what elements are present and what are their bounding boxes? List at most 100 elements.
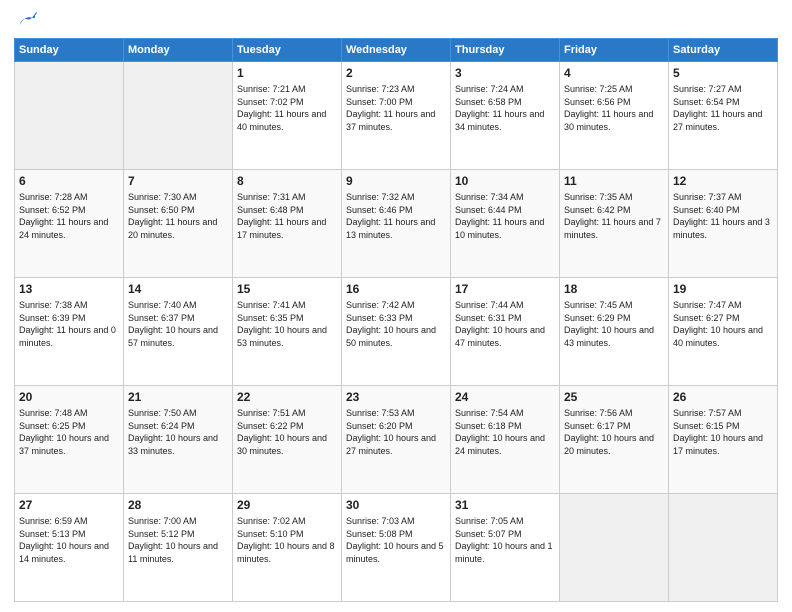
day-number: 18	[564, 281, 664, 297]
weekday-header: Saturday	[669, 39, 778, 62]
calendar-cell: 31 Sunrise: 7:05 AM Sunset: 5:07 PM Dayli…	[451, 494, 560, 602]
calendar-cell	[669, 494, 778, 602]
day-number: 17	[455, 281, 555, 297]
day-number: 27	[19, 497, 119, 513]
day-info: Sunrise: 7:05 AM Sunset: 5:07 PM Dayligh…	[455, 515, 555, 565]
calendar-cell: 27 Sunrise: 6:59 AM Sunset: 5:13 PM Dayli…	[15, 494, 124, 602]
day-number: 23	[346, 389, 446, 405]
weekday-header: Friday	[560, 39, 669, 62]
calendar-cell: 9 Sunrise: 7:32 AM Sunset: 6:46 PM Daylig…	[342, 170, 451, 278]
calendar-cell: 30Sunrise: 7:03 AM Sunset: 5:08 PM Dayli…	[342, 494, 451, 602]
calendar-cell: 28 Sunrise: 7:00 AM Sunset: 5:12 PM Dayli…	[124, 494, 233, 602]
calendar-cell: 7 Sunrise: 7:30 AM Sunset: 6:50 PM Daylig…	[124, 170, 233, 278]
day-info: Sunrise: 7:56 AM Sunset: 6:17 PM Dayligh…	[564, 407, 664, 457]
calendar-cell: 17 Sunrise: 7:44 AM Sunset: 6:31 PM Dayli…	[451, 278, 560, 386]
day-number: 15	[237, 281, 337, 297]
day-info: Sunrise: 7:21 AM Sunset: 7:02 PM Dayligh…	[237, 83, 337, 133]
page: SundayMondayTuesdayWednesdayThursdayFrid…	[0, 0, 792, 612]
day-info: Sunrise: 7:37 AM Sunset: 6:40 PM Dayligh…	[673, 191, 773, 241]
day-info: Sunrise: 7:44 AM Sunset: 6:31 PM Dayligh…	[455, 299, 555, 349]
calendar-cell: 24Sunrise: 7:54 AM Sunset: 6:18 PM Dayli…	[451, 386, 560, 494]
calendar-cell: 26 Sunrise: 7:57 AM Sunset: 6:15 PM Dayli…	[669, 386, 778, 494]
day-number: 31	[455, 497, 555, 513]
weekday-header: Sunday	[15, 39, 124, 62]
day-number: 13	[19, 281, 119, 297]
day-number: 4	[564, 65, 664, 81]
weekday-header: Tuesday	[233, 39, 342, 62]
calendar-cell: 1 Sunrise: 7:21 AM Sunset: 7:02 PM Daylig…	[233, 62, 342, 170]
calendar-cell: 18 Sunrise: 7:45 AM Sunset: 6:29 PM Dayli…	[560, 278, 669, 386]
day-number: 9	[346, 173, 446, 189]
calendar-cell: 13 Sunrise: 7:38 AM Sunset: 6:39 PM Dayli…	[15, 278, 124, 386]
day-info: Sunrise: 7:30 AM Sunset: 6:50 PM Dayligh…	[128, 191, 228, 241]
day-info: Sunrise: 7:38 AM Sunset: 6:39 PM Dayligh…	[19, 299, 119, 349]
day-info: Sunrise: 7:57 AM Sunset: 6:15 PM Dayligh…	[673, 407, 773, 457]
calendar-cell: 29Sunrise: 7:02 AM Sunset: 5:10 PM Dayli…	[233, 494, 342, 602]
day-number: 16	[346, 281, 446, 297]
day-info: Sunrise: 7:00 AM Sunset: 5:12 PM Dayligh…	[128, 515, 228, 565]
day-info: Sunrise: 7:51 AM Sunset: 6:22 PM Dayligh…	[237, 407, 337, 457]
day-info: Sunrise: 7:48 AM Sunset: 6:25 PM Dayligh…	[19, 407, 119, 457]
day-number: 30	[346, 497, 446, 513]
weekday-header: Wednesday	[342, 39, 451, 62]
day-number: 7	[128, 173, 228, 189]
calendar-cell: 4 Sunrise: 7:25 AM Sunset: 6:56 PM Daylig…	[560, 62, 669, 170]
calendar-cell	[124, 62, 233, 170]
calendar-week-row: 13 Sunrise: 7:38 AM Sunset: 6:39 PM Dayli…	[15, 278, 778, 386]
day-info: Sunrise: 7:27 AM Sunset: 6:54 PM Dayligh…	[673, 83, 773, 133]
day-info: Sunrise: 7:40 AM Sunset: 6:37 PM Dayligh…	[128, 299, 228, 349]
day-info: Sunrise: 7:25 AM Sunset: 6:56 PM Dayligh…	[564, 83, 664, 133]
day-info: Sunrise: 7:31 AM Sunset: 6:48 PM Dayligh…	[237, 191, 337, 241]
calendar-cell: 19 Sunrise: 7:47 AM Sunset: 6:27 PM Dayli…	[669, 278, 778, 386]
day-info: Sunrise: 7:32 AM Sunset: 6:46 PM Dayligh…	[346, 191, 446, 241]
calendar-cell	[560, 494, 669, 602]
calendar-week-row: 1 Sunrise: 7:21 AM Sunset: 7:02 PM Daylig…	[15, 62, 778, 170]
calendar-cell: 11 Sunrise: 7:35 AM Sunset: 6:42 PM Dayli…	[560, 170, 669, 278]
day-number: 10	[455, 173, 555, 189]
logo	[14, 10, 38, 30]
day-info: Sunrise: 7:24 AM Sunset: 6:58 PM Dayligh…	[455, 83, 555, 133]
day-info: Sunrise: 7:35 AM Sunset: 6:42 PM Dayligh…	[564, 191, 664, 241]
calendar-cell: 6 Sunrise: 7:28 AM Sunset: 6:52 PM Daylig…	[15, 170, 124, 278]
calendar-cell: 15 Sunrise: 7:41 AM Sunset: 6:35 PM Dayli…	[233, 278, 342, 386]
calendar-cell: 25 Sunrise: 7:56 AM Sunset: 6:17 PM Dayli…	[560, 386, 669, 494]
day-number: 5	[673, 65, 773, 81]
calendar-cell: 14Sunrise: 7:40 AM Sunset: 6:37 PM Dayli…	[124, 278, 233, 386]
calendar-cell: 16 Sunrise: 7:42 AM Sunset: 6:33 PM Dayli…	[342, 278, 451, 386]
calendar-cell: 10 Sunrise: 7:34 AM Sunset: 6:44 PM Dayli…	[451, 170, 560, 278]
day-number: 1	[237, 65, 337, 81]
weekday-header-row: SundayMondayTuesdayWednesdayThursdayFrid…	[15, 39, 778, 62]
calendar-week-row: 27 Sunrise: 6:59 AM Sunset: 5:13 PM Dayli…	[15, 494, 778, 602]
day-number: 19	[673, 281, 773, 297]
calendar-cell	[15, 62, 124, 170]
day-number: 21	[128, 389, 228, 405]
day-number: 26	[673, 389, 773, 405]
day-number: 8	[237, 173, 337, 189]
day-number: 6	[19, 173, 119, 189]
day-number: 20	[19, 389, 119, 405]
day-number: 11	[564, 173, 664, 189]
day-number: 25	[564, 389, 664, 405]
day-info: Sunrise: 7:28 AM Sunset: 6:52 PM Dayligh…	[19, 191, 119, 241]
day-number: 24	[455, 389, 555, 405]
calendar-cell: 22Sunrise: 7:51 AM Sunset: 6:22 PM Dayli…	[233, 386, 342, 494]
day-info: Sunrise: 6:59 AM Sunset: 5:13 PM Dayligh…	[19, 515, 119, 565]
calendar-cell: 12Sunrise: 7:37 AM Sunset: 6:40 PM Dayli…	[669, 170, 778, 278]
day-info: Sunrise: 7:45 AM Sunset: 6:29 PM Dayligh…	[564, 299, 664, 349]
day-info: Sunrise: 7:53 AM Sunset: 6:20 PM Dayligh…	[346, 407, 446, 457]
calendar-week-row: 20 Sunrise: 7:48 AM Sunset: 6:25 PM Dayli…	[15, 386, 778, 494]
day-info: Sunrise: 7:47 AM Sunset: 6:27 PM Dayligh…	[673, 299, 773, 349]
day-info: Sunrise: 7:34 AM Sunset: 6:44 PM Dayligh…	[455, 191, 555, 241]
calendar-cell: 21 Sunrise: 7:50 AM Sunset: 6:24 PM Dayli…	[124, 386, 233, 494]
day-number: 2	[346, 65, 446, 81]
calendar-cell: 8 Sunrise: 7:31 AM Sunset: 6:48 PM Daylig…	[233, 170, 342, 278]
day-info: Sunrise: 7:42 AM Sunset: 6:33 PM Dayligh…	[346, 299, 446, 349]
day-info: Sunrise: 7:41 AM Sunset: 6:35 PM Dayligh…	[237, 299, 337, 349]
header	[14, 10, 778, 30]
logo-bird-icon	[16, 10, 38, 32]
day-number: 29	[237, 497, 337, 513]
day-info: Sunrise: 7:23 AM Sunset: 7:00 PM Dayligh…	[346, 83, 446, 133]
calendar-cell: 5 Sunrise: 7:27 AM Sunset: 6:54 PM Daylig…	[669, 62, 778, 170]
day-info: Sunrise: 7:50 AM Sunset: 6:24 PM Dayligh…	[128, 407, 228, 457]
day-number: 28	[128, 497, 228, 513]
